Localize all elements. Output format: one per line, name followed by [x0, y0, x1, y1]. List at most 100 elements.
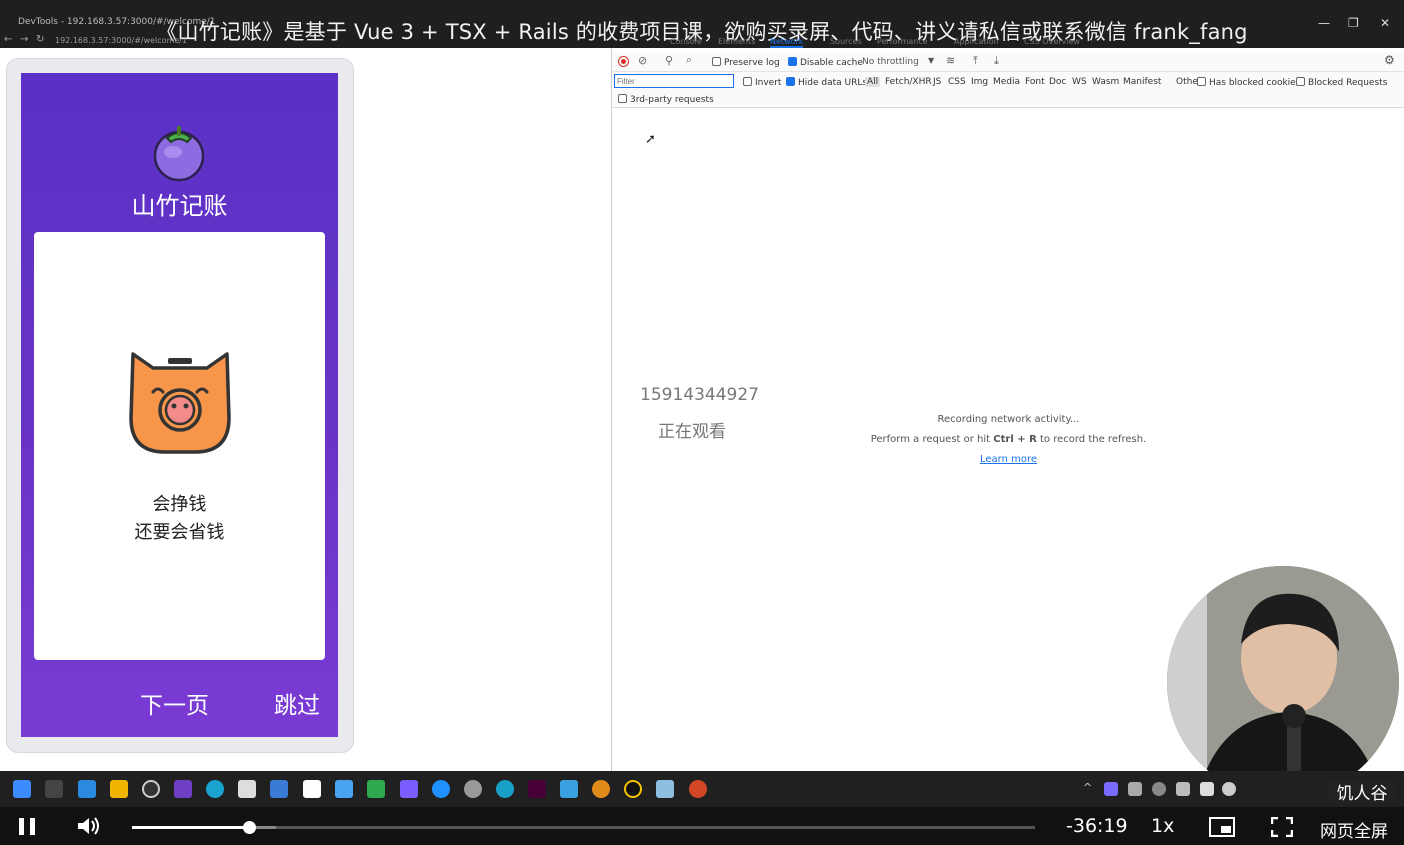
- vscode-icon[interactable]: [78, 780, 96, 798]
- throttling-select[interactable]: No throttling: [862, 57, 919, 67]
- playback-speed-button[interactable]: 1x: [1151, 815, 1174, 837]
- clear-icon[interactable]: ⊘: [638, 54, 647, 67]
- adobe-xd-icon[interactable]: [528, 780, 546, 798]
- volume-icon[interactable]: [76, 815, 102, 837]
- tab-performance[interactable]: Performance: [877, 37, 928, 46]
- tray-device-icon[interactable]: [1200, 782, 1214, 796]
- windows-start-icon[interactable]: [13, 780, 31, 798]
- fullscreen-icon[interactable]: [1271, 817, 1293, 837]
- wechat-icon[interactable]: [367, 780, 385, 798]
- type-filter-js[interactable]: JS: [933, 77, 941, 87]
- webcam-label: 饥人谷: [1328, 779, 1396, 804]
- card-text-line1: 会挣钱: [152, 494, 207, 515]
- tray-chevron-up-icon[interactable]: ^: [1083, 781, 1092, 794]
- webcam-overlay: [1167, 566, 1399, 798]
- record-icon[interactable]: [618, 56, 629, 67]
- tray-dropbox-icon[interactable]: [1176, 782, 1190, 796]
- tab-sources[interactable]: Sources: [830, 37, 862, 46]
- tray-shield-icon[interactable]: [1152, 782, 1166, 796]
- filter-icon[interactable]: ⚲: [665, 54, 673, 67]
- search-icon[interactable]: ⌕: [686, 53, 692, 67]
- has-blocked-cookies-checkbox[interactable]: Has blocked cookies: [1197, 77, 1300, 88]
- camera-app-icon[interactable]: [624, 780, 642, 798]
- reload-icon[interactable]: ↻: [36, 34, 44, 45]
- powerpoint-icon[interactable]: [689, 780, 707, 798]
- progress-played: [132, 826, 250, 829]
- learn-more-link[interactable]: Learn more: [613, 454, 1404, 465]
- pause-icon[interactable]: [19, 818, 24, 835]
- url-bar[interactable]: 192.168.3.57:3000/#/welcome/1: [55, 36, 187, 45]
- tab-console[interactable]: Console: [670, 37, 702, 46]
- watermark-phone: 15914344927: [640, 385, 759, 405]
- export-har-icon[interactable]: ⤓: [994, 54, 999, 68]
- devtools-tabs: Console Elements Network Sources Perform…: [613, 36, 1404, 50]
- chat-app-icon[interactable]: [432, 780, 450, 798]
- type-filter-img[interactable]: Img: [971, 77, 988, 87]
- hide-data-urls-checkbox[interactable]: Hide data URLs: [786, 77, 867, 88]
- mouse-cursor-icon: ➚: [645, 132, 656, 147]
- tab-css-overview[interactable]: CSS Overview: [1024, 37, 1080, 46]
- forward-icon[interactable]: →: [20, 34, 28, 45]
- network-conditions-icon[interactable]: ≋: [946, 54, 955, 67]
- paint-icon[interactable]: [656, 780, 674, 798]
- settings-gear-icon[interactable]: ⚙: [1384, 53, 1395, 67]
- third-party-checkbox[interactable]: 3rd-party requests: [618, 94, 714, 105]
- edge-dev-icon[interactable]: [206, 780, 224, 798]
- watermark-watching: 正在观看: [658, 422, 726, 442]
- type-filter-ws[interactable]: WS: [1072, 77, 1087, 87]
- app-title: 山竹记账: [131, 192, 228, 220]
- blocked-requests-checkbox[interactable]: Blocked Requests: [1296, 77, 1387, 88]
- pen-tool-icon[interactable]: [335, 780, 353, 798]
- type-filter-css[interactable]: CSS: [948, 77, 966, 87]
- search-app-icon[interactable]: [592, 780, 610, 798]
- type-filter-wasm[interactable]: Wasm: [1092, 77, 1119, 87]
- type-filter-font[interactable]: Font: [1025, 77, 1045, 87]
- obsidian-icon[interactable]: [400, 780, 418, 798]
- network-toolbar: ⊘ ⚲ ⌕ Preserve log Disable cache No thro…: [613, 52, 1404, 72]
- notepad-icon[interactable]: [238, 780, 256, 798]
- invert-checkbox[interactable]: Invert: [743, 77, 781, 88]
- edge-browser-icon[interactable]: [496, 780, 514, 798]
- tab-elements[interactable]: Elements: [718, 37, 755, 46]
- skip-button[interactable]: 跳过: [274, 686, 320, 720]
- piggy-bank-icon: [129, 352, 231, 454]
- mangosteen-logo-icon: [153, 126, 205, 182]
- screen-tool-icon[interactable]: [270, 780, 288, 798]
- import-har-icon[interactable]: ⤒: [973, 54, 978, 68]
- notes-icon[interactable]: [560, 780, 578, 798]
- tab-application[interactable]: Application: [954, 37, 999, 46]
- recording-message: Recording network activity...: [937, 414, 1080, 425]
- type-filter-all[interactable]: All: [865, 77, 881, 87]
- web-fullscreen-button[interactable]: 网页全屏: [1320, 817, 1388, 842]
- card-text-line2: 还要会省钱: [134, 522, 225, 543]
- obs-icon[interactable]: [142, 780, 160, 798]
- type-filter-fetch[interactable]: Fetch/XHR: [885, 77, 932, 87]
- terminal-icon[interactable]: [45, 780, 63, 798]
- file-explorer-icon[interactable]: [110, 780, 128, 798]
- notion-icon[interactable]: [303, 780, 321, 798]
- disable-cache-checkbox[interactable]: Disable cache: [788, 57, 863, 68]
- tray-cloud-icon[interactable]: [1222, 782, 1236, 796]
- pause-icon-bar[interactable]: [30, 818, 35, 835]
- third-party-row: 3rd-party requests: [613, 91, 1404, 108]
- close-icon[interactable]: ✕: [1380, 16, 1390, 30]
- presenter-image: [1167, 566, 1399, 798]
- filter-input[interactable]: [614, 74, 734, 88]
- restore-icon[interactable]: ❐: [1348, 16, 1359, 30]
- back-icon[interactable]: ←: [4, 34, 12, 45]
- time-remaining: -36:19: [1066, 815, 1128, 837]
- next-page-button[interactable]: 下一页: [140, 686, 209, 720]
- type-filter-media[interactable]: Media: [993, 77, 1020, 87]
- recording-hint: Perform a request or hit Ctrl + R to rec…: [870, 434, 1147, 445]
- settings-icon[interactable]: [464, 780, 482, 798]
- tray-tool-icon[interactable]: [1128, 782, 1142, 796]
- minimize-icon[interactable]: —: [1318, 16, 1330, 30]
- picture-in-picture-icon[interactable]: [1209, 817, 1235, 837]
- preserve-log-checkbox[interactable]: Preserve log: [712, 57, 780, 68]
- type-filter-doc[interactable]: Doc: [1049, 77, 1066, 87]
- tab-network[interactable]: Network: [770, 37, 804, 48]
- type-filter-manifest[interactable]: Manifest: [1123, 77, 1161, 87]
- chevron-down-icon[interactable]: ▼: [928, 56, 934, 65]
- tray-app-icon[interactable]: [1104, 782, 1118, 796]
- app-purple-icon[interactable]: [174, 780, 192, 798]
